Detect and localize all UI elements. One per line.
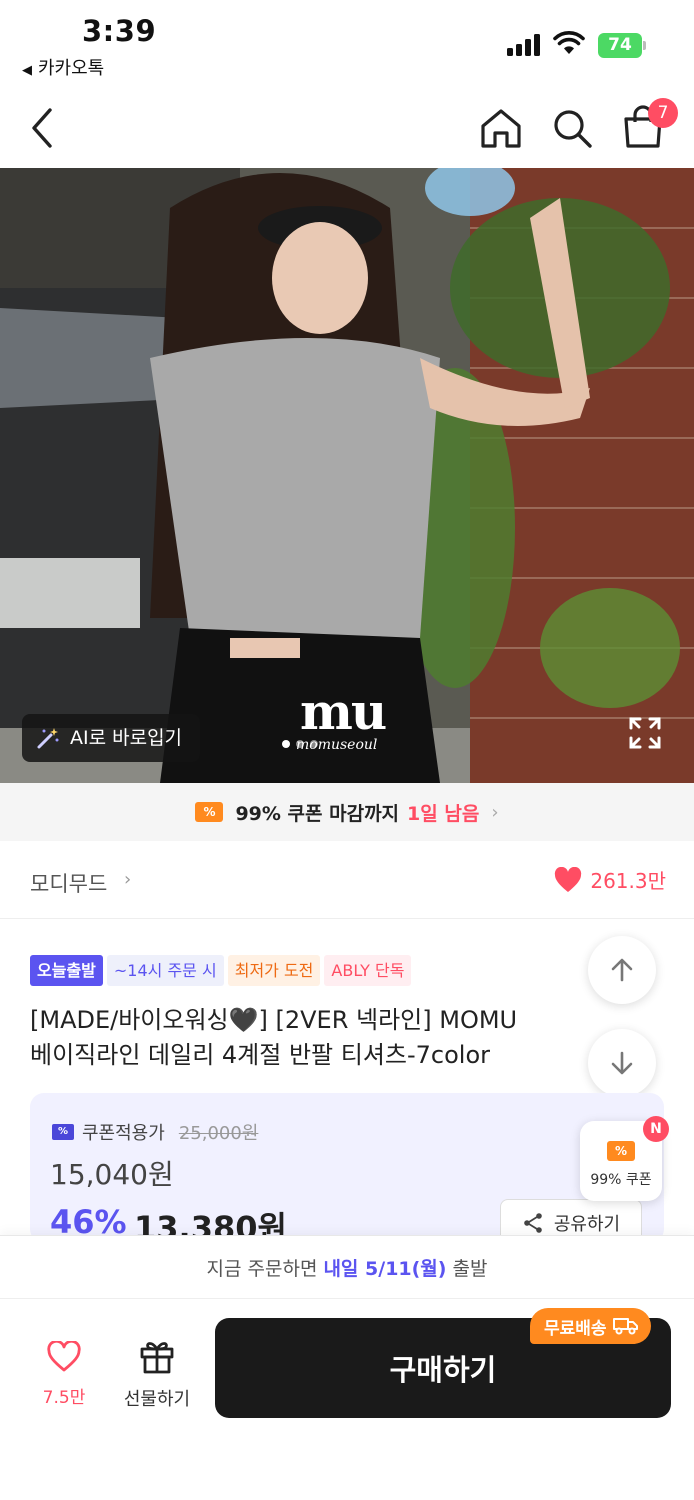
battery-level: 74 bbox=[598, 33, 642, 58]
back-triangle-icon: ◀ bbox=[22, 63, 32, 78]
heart-filled-icon bbox=[555, 866, 582, 892]
coupon-deadline-text: 99% 쿠폰 마감까지 bbox=[235, 802, 400, 825]
brand-like-count: 261.3만 bbox=[590, 869, 666, 893]
search-icon[interactable] bbox=[550, 106, 594, 150]
wifi-icon bbox=[553, 31, 585, 54]
coupon-deadline-banner[interactable]: 99% 쿠폰 마감까지 1일 남음 › bbox=[0, 783, 694, 841]
brand-watermark: mu bbox=[300, 682, 387, 741]
brand-like-button[interactable]: 261.3만 bbox=[554, 865, 666, 894]
truck-icon bbox=[612, 1318, 638, 1335]
gift-button[interactable]: 선물하기 bbox=[118, 1337, 196, 1411]
heart-outline-icon bbox=[47, 1339, 81, 1372]
gift-icon bbox=[140, 1342, 174, 1374]
gift-label: 선물하기 bbox=[123, 1389, 191, 1410]
brand-name-link[interactable]: 모디무드 bbox=[30, 868, 107, 898]
product-title-line1: [MADE/바이오워싱🖤] [2VER 넥라인] MOMU bbox=[30, 1006, 518, 1034]
tag-today-shipping: 오늘출발 bbox=[30, 955, 103, 986]
new-badge: N bbox=[643, 1116, 669, 1142]
coupon-float-label: 99% 쿠폰 bbox=[590, 1172, 652, 1188]
arrow-up-icon bbox=[611, 958, 633, 982]
carousel-dot bbox=[296, 740, 304, 748]
coupon-remaining-text: 1일 남음 bbox=[407, 802, 480, 825]
carousel-dot bbox=[282, 740, 290, 748]
sale-price: 15,040원 bbox=[50, 1158, 174, 1191]
wishlist-button[interactable]: 7.5만 bbox=[34, 1339, 94, 1408]
scroll-up-button[interactable] bbox=[588, 936, 656, 1004]
carousel-dot bbox=[310, 740, 318, 748]
magic-wand-icon bbox=[37, 728, 59, 749]
share-label: 공유하기 bbox=[553, 1214, 621, 1235]
shipping-date: 내일 5/11(월) bbox=[323, 1257, 447, 1280]
product-title-line2: 베이직라인 데일리 4계절 반팔 티셔츠-7color bbox=[30, 1041, 491, 1069]
free-shipping-badge: 무료배송 bbox=[530, 1308, 651, 1344]
original-price: 25,000원 bbox=[178, 1123, 259, 1144]
top-nav bbox=[0, 88, 694, 168]
share-icon bbox=[524, 1213, 542, 1233]
expand-icon[interactable] bbox=[628, 716, 662, 750]
coupon-applied-label: 쿠폰적용가 bbox=[82, 1123, 165, 1144]
tag-lowest-price: 최저가 도전 bbox=[227, 955, 321, 986]
back-arrow-icon[interactable] bbox=[26, 106, 60, 150]
home-icon[interactable] bbox=[478, 106, 524, 150]
clock: 3:39 bbox=[82, 14, 157, 48]
ai-try-on-button[interactable]: AI로 바로입기 bbox=[22, 714, 201, 762]
coupon-ticket-icon: % bbox=[607, 1141, 635, 1161]
chevron-right-icon: › bbox=[124, 869, 132, 890]
tag-ably-exclusive: ABLY 단독 bbox=[324, 955, 412, 986]
ai-try-on-label: AI로 바로입기 bbox=[70, 727, 183, 749]
price-box: % 쿠폰적용가 25,000원 15,040원 46% 13,380원 공유하기 bbox=[30, 1093, 664, 1243]
cellular-signal-icon bbox=[507, 34, 543, 56]
shipping-prefix: 지금 주문하면 bbox=[206, 1257, 318, 1280]
product-title: [MADE/바이오워싱🖤] [2VER 넥라인] MOMU 베이직라인 데일리 … bbox=[30, 1003, 590, 1073]
brand-row: 모디무드 › 261.3만 bbox=[0, 841, 694, 919]
free-shipping-label: 무료배송 bbox=[544, 1318, 607, 1339]
product-tags: 오늘출발 ~14시 주문 시 최저가 도전 ABLY 단독 bbox=[30, 955, 412, 986]
wishlist-count: 7.5만 bbox=[42, 1388, 86, 1408]
back-to-app-link[interactable]: ◀ 카카오톡 bbox=[22, 54, 104, 80]
status-bar: 3:39 ◀ 카카오톡 74 bbox=[0, 0, 694, 88]
coupon-mini-icon: % bbox=[52, 1124, 74, 1140]
carousel-dots bbox=[282, 740, 318, 748]
tag-order-cutoff: ~14시 주문 시 bbox=[106, 955, 224, 986]
coupon-ticket-icon bbox=[195, 802, 224, 822]
cart-count-badge: 7 bbox=[648, 98, 678, 128]
battery-icon: 74 bbox=[598, 33, 646, 58]
back-app-label: 카카오톡 bbox=[38, 58, 105, 79]
shipping-banner: 지금 주문하면 내일 5/11(월) 출발 bbox=[0, 1235, 694, 1299]
coupon-price-label: % 쿠폰적용가 25,000원 bbox=[52, 1119, 258, 1145]
arrow-down-icon bbox=[611, 1051, 633, 1075]
chevron-right-icon: › bbox=[491, 801, 499, 823]
scroll-down-button[interactable] bbox=[588, 1029, 656, 1097]
shipping-suffix: 출발 bbox=[452, 1257, 488, 1280]
